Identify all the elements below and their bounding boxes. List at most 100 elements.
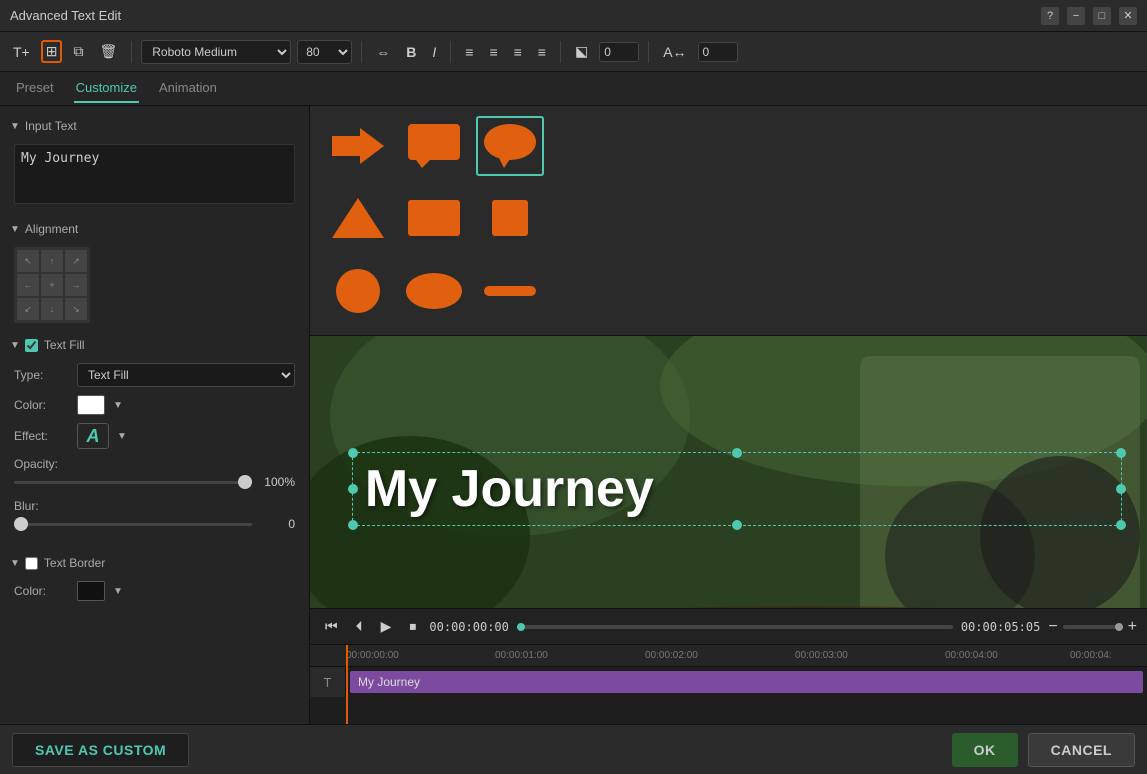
align-bottom-right[interactable]: ↘ bbox=[65, 298, 87, 320]
text-border-toggle[interactable]: Text Border bbox=[25, 556, 105, 570]
chevron-down-icon-3: ▼ bbox=[10, 340, 20, 351]
chevron-down-icon-4: ▼ bbox=[10, 558, 20, 569]
align-top-right[interactable]: ↗ bbox=[65, 250, 87, 272]
align-right-button[interactable]: ≡ bbox=[509, 41, 527, 63]
rewind-button[interactable]: ⏮ bbox=[320, 615, 343, 638]
text-input[interactable]: My Journey bbox=[14, 144, 295, 204]
align-middle-center[interactable]: + bbox=[41, 274, 63, 296]
shape-placeholder-1 bbox=[552, 116, 620, 176]
blur-row: Blur: 0 bbox=[14, 499, 295, 531]
alignment-header[interactable]: ▼ Alignment bbox=[0, 217, 309, 241]
tab-animation[interactable]: Animation bbox=[157, 74, 219, 103]
stop-button[interactable]: ⏹ bbox=[404, 615, 421, 638]
minimize-button[interactable]: − bbox=[1067, 7, 1085, 25]
copy-button[interactable]: ⧉ bbox=[68, 40, 88, 63]
type-label: Type: bbox=[14, 368, 69, 382]
opacity-slider[interactable] bbox=[14, 481, 252, 484]
transform-button[interactable]: ⊞ bbox=[41, 40, 63, 63]
shape-oval[interactable] bbox=[400, 261, 468, 321]
shape-rectangle[interactable] bbox=[400, 188, 468, 248]
save-custom-button[interactable]: SAVE AS CUSTOM bbox=[12, 733, 189, 767]
shape-circle[interactable] bbox=[324, 261, 392, 321]
effect-button[interactable]: A bbox=[77, 423, 109, 449]
shape-placeholder-3 bbox=[552, 261, 620, 321]
time-mark-2: 00:00:02:00 bbox=[645, 650, 698, 661]
type-selector[interactable]: Text Fill bbox=[77, 363, 295, 387]
spacing-button[interactable]: ⇔ bbox=[371, 41, 395, 63]
ok-button[interactable]: OK bbox=[952, 733, 1018, 767]
font-size-selector[interactable]: 80 bbox=[297, 40, 352, 64]
shape-speech-bubble-square[interactable] bbox=[400, 116, 468, 176]
text-fill-checkbox[interactable] bbox=[25, 339, 38, 352]
color-label: Color: bbox=[14, 398, 69, 412]
align-bottom-left[interactable]: ↙ bbox=[17, 298, 39, 320]
text-fill-header[interactable]: ▼ Text Fill bbox=[0, 333, 309, 357]
text-fill-toggle[interactable]: Text Fill bbox=[25, 338, 85, 352]
cancel-button[interactable]: CANCEL bbox=[1028, 733, 1135, 767]
zoom-slider-thumb[interactable] bbox=[1115, 623, 1123, 631]
font-selector[interactable]: Roboto Medium bbox=[141, 40, 291, 64]
opacity-row: Opacity: 100% bbox=[14, 457, 295, 489]
shape-arrow[interactable] bbox=[324, 116, 392, 176]
text-preview-overlay[interactable]: My Journey bbox=[352, 452, 1122, 526]
shape-dash[interactable] bbox=[476, 261, 544, 321]
input-text-header[interactable]: ▼ Input Text bbox=[0, 114, 309, 138]
time-mark-1: 00:00:01:00 bbox=[495, 650, 548, 661]
text-border-checkbox[interactable] bbox=[25, 557, 38, 570]
play-button[interactable]: ▶ bbox=[376, 615, 397, 638]
text-border-content: Color: ▼ bbox=[0, 575, 309, 619]
text-border-header[interactable]: ▼ Text Border bbox=[0, 551, 309, 575]
preview-background: My Journey bbox=[310, 336, 1147, 608]
input-text-label: Input Text bbox=[25, 119, 77, 133]
align-center-button[interactable]: ≡ bbox=[484, 41, 502, 63]
bold-button[interactable]: B bbox=[401, 41, 421, 63]
step-back-button[interactable]: ⏴ bbox=[351, 615, 368, 638]
zoom-controls: − + bbox=[1048, 618, 1137, 636]
tab-customize[interactable]: Customize bbox=[74, 74, 139, 103]
opacity-value: 100% bbox=[260, 475, 295, 489]
shape-triangle[interactable] bbox=[324, 188, 392, 248]
align-justify-button[interactable]: ≡ bbox=[533, 41, 551, 63]
color-swatch-white[interactable] bbox=[77, 395, 105, 415]
shape-speech-bubble-round[interactable] bbox=[476, 116, 544, 176]
kerning-input[interactable]: 0 bbox=[698, 42, 738, 62]
shape-picker bbox=[310, 106, 1147, 336]
vertical-align-button[interactable]: ⬕ bbox=[570, 40, 593, 63]
separator-2 bbox=[361, 41, 362, 63]
align-bottom-center[interactable]: ↓ bbox=[41, 298, 63, 320]
align-top-left[interactable]: ↖ bbox=[17, 250, 39, 272]
kerning-button[interactable]: A↔ bbox=[658, 41, 691, 63]
track-bar[interactable]: My Journey bbox=[350, 671, 1143, 693]
restore-button[interactable]: □ bbox=[1093, 7, 1111, 25]
align-middle-left[interactable]: ← bbox=[17, 274, 39, 296]
help-button[interactable]: ? bbox=[1041, 7, 1059, 25]
handle-top-left[interactable] bbox=[348, 448, 358, 458]
italic-button[interactable]: I bbox=[427, 41, 441, 63]
separator-1 bbox=[131, 41, 132, 63]
shape-small-square[interactable] bbox=[476, 188, 544, 248]
align-top-center[interactable]: ↑ bbox=[41, 250, 63, 272]
border-color-swatch[interactable] bbox=[77, 581, 105, 601]
effect-dropdown-icon[interactable]: ▼ bbox=[117, 431, 127, 442]
tab-preset[interactable]: Preset bbox=[14, 74, 56, 103]
blur-slider[interactable] bbox=[14, 523, 252, 526]
handle-bottom-middle[interactable] bbox=[732, 520, 742, 530]
spacing-input[interactable]: 0 bbox=[599, 42, 639, 62]
close-button[interactable]: ✕ bbox=[1119, 7, 1137, 25]
handle-top-middle[interactable] bbox=[732, 448, 742, 458]
handle-middle-left[interactable] bbox=[348, 484, 358, 494]
zoom-in-button[interactable]: + bbox=[1128, 618, 1137, 636]
color-row: Color: ▼ bbox=[14, 395, 295, 415]
bottom-bar: SAVE AS CUSTOM OK CANCEL bbox=[0, 724, 1147, 774]
border-color-dropdown-icon[interactable]: ▼ bbox=[113, 586, 123, 597]
zoom-out-button[interactable]: − bbox=[1048, 618, 1057, 636]
add-text-button[interactable]: T+ bbox=[8, 41, 35, 63]
align-middle-right[interactable]: → bbox=[65, 274, 87, 296]
delete-button[interactable]: 🗑 bbox=[94, 40, 122, 63]
progress-bar[interactable] bbox=[517, 625, 953, 629]
color-dropdown-icon[interactable]: ▼ bbox=[113, 400, 123, 411]
timeline-ruler: 00:00:00:00 00:00:01:00 00:00:02:00 00:0… bbox=[310, 645, 1147, 667]
progress-indicator bbox=[517, 623, 525, 631]
handle-middle-right[interactable] bbox=[1116, 484, 1126, 494]
align-left-button[interactable]: ≡ bbox=[460, 41, 478, 63]
